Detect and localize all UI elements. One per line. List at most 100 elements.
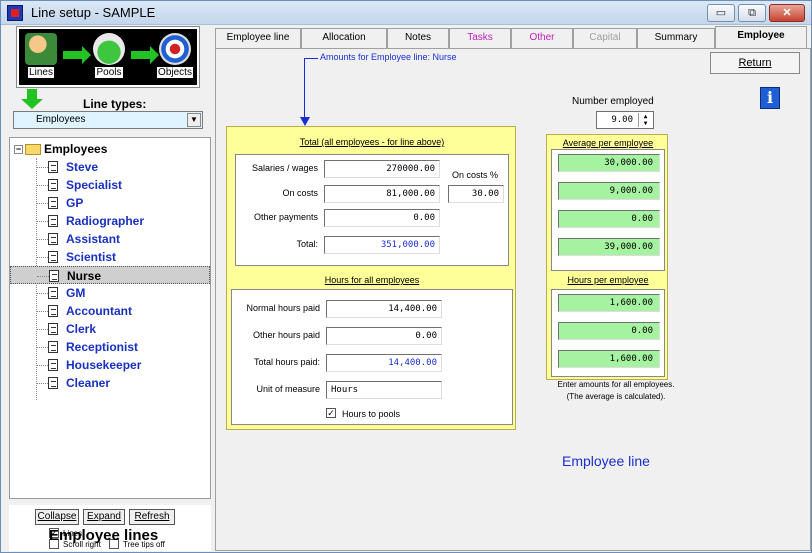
- tab-allocation[interactable]: Allocation: [301, 28, 387, 48]
- document-icon: [48, 197, 58, 209]
- tree-item-gm[interactable]: GM: [36, 284, 210, 302]
- chevron-down-icon[interactable]: ▼: [187, 113, 201, 127]
- on-costs-pct-field[interactable]: 30.00: [448, 185, 504, 203]
- line-types-select[interactable]: Employees ▼: [13, 111, 203, 129]
- lines-node[interactable]: Lines: [23, 33, 59, 83]
- expand-button[interactable]: Expand: [83, 509, 125, 525]
- left-panel: Lines Pools Objects Line types: Employee…: [7, 26, 212, 551]
- other-payments-field[interactable]: 0.00: [324, 209, 440, 227]
- tree-item-label: Housekeeper: [66, 358, 142, 372]
- note-line-2: (The average is calculated).: [566, 392, 666, 401]
- tree-item-assistant[interactable]: Assistant: [36, 230, 210, 248]
- other-hours-field[interactable]: 0.00: [326, 327, 442, 345]
- unit-of-measure-field[interactable]: Hours: [326, 381, 442, 399]
- tab-other[interactable]: Other: [511, 28, 573, 48]
- avg-total-field: 39,000.00: [558, 238, 660, 256]
- spin-up-icon[interactable]: ▲: [639, 113, 652, 120]
- refresh-button[interactable]: Refresh: [129, 509, 175, 525]
- per-employee-section: Average per employee 30,000.00 9,000.00 …: [546, 134, 668, 380]
- on-costs-field[interactable]: 81,000.00: [324, 185, 440, 203]
- collapse-button[interactable]: Collapse: [35, 509, 79, 525]
- unit-of-measure-label: Unit of measure: [256, 384, 320, 394]
- totals-section: Total (all employees - for line above) S…: [226, 126, 516, 430]
- normal-hours-field[interactable]: 14,400.00: [326, 300, 442, 318]
- tree-item-cleaner[interactable]: Cleaner: [36, 374, 210, 392]
- tree-item-label: Nurse: [67, 269, 102, 283]
- tree-item-clerk[interactable]: Clerk: [36, 320, 210, 338]
- tree-item-nurse[interactable]: Nurse: [10, 266, 210, 284]
- tab-bar: Employee line Allocation Notes Tasks Other Ca…: [215, 26, 811, 48]
- tab-employee[interactable]: Employee: [715, 26, 807, 48]
- employee-lines-label: Employee lines: [49, 527, 159, 544]
- line-setup-window: Line setup - SAMPLE ▭ ⧉ ✕ Lines Pools Ob…: [0, 0, 812, 553]
- hours-per-box: 1,600.00 0.00 1,600.00: [551, 289, 665, 377]
- objects-node-label: Objects: [157, 67, 193, 78]
- tree-item-label: GP: [66, 196, 84, 210]
- tree-root-label: Employees: [44, 142, 108, 156]
- tree-item-label: Specialist: [66, 178, 123, 192]
- maximize-button[interactable]: ⧉: [738, 4, 766, 22]
- total-section-title: Total (all employees - for line above): [299, 137, 445, 147]
- tree-item-label: Radiographer: [66, 214, 145, 228]
- amounts-label: Amounts for Employee line: Nurse: [320, 52, 457, 62]
- tree-item-scientist[interactable]: Scientist: [36, 248, 210, 266]
- tab-capital[interactable]: Capital: [573, 28, 637, 48]
- document-icon: [48, 359, 58, 371]
- tab-notes[interactable]: Notes: [387, 28, 449, 48]
- title-bar[interactable]: Line setup - SAMPLE ▭ ⧉ ✕: [1, 1, 811, 25]
- tab-summary[interactable]: Summary: [637, 28, 715, 48]
- tree-item-accountant[interactable]: Accountant: [36, 302, 210, 320]
- pools-node[interactable]: Pools: [91, 33, 127, 83]
- employee-line-label: Employee line: [562, 453, 650, 469]
- avg-other-field: 0.00: [558, 210, 660, 228]
- line-types-value: Employees: [36, 114, 86, 125]
- tree-item-radiographer[interactable]: Radiographer: [36, 212, 210, 230]
- tree-item-steve[interactable]: Steve: [36, 158, 210, 176]
- document-icon: [48, 161, 58, 173]
- arrow-down-icon: [300, 117, 310, 126]
- employee-tree[interactable]: − Employees Steve Specialist GP Radiographer…: [9, 137, 211, 499]
- average-box: 30,000.00 9,000.00 0.00 39,000.00: [551, 149, 665, 271]
- tree-root[interactable]: − Employees: [14, 142, 107, 158]
- hours-section-title: Hours for all employees: [324, 275, 420, 285]
- tree-item-gp[interactable]: GP: [36, 194, 210, 212]
- average-title: Average per employee: [562, 138, 654, 148]
- document-icon: [48, 287, 58, 299]
- tree-item-label: Scientist: [66, 250, 117, 264]
- hours-box: Normal hours paid 14,400.00 Other hours …: [231, 289, 513, 425]
- tree-item-label: Assistant: [66, 232, 121, 246]
- document-icon: [48, 341, 58, 353]
- collapse-icon[interactable]: −: [14, 145, 23, 155]
- document-icon: [48, 323, 58, 335]
- tree-item-receptionist[interactable]: Receptionist: [36, 338, 210, 356]
- spinner[interactable]: ▲ ▼: [638, 113, 652, 127]
- pool-icon: [93, 33, 125, 65]
- info-icon[interactable]: i: [760, 87, 780, 109]
- total-label: Total:: [296, 239, 318, 249]
- people-icon: [25, 33, 57, 65]
- salaries-field[interactable]: 270000.00: [324, 160, 440, 178]
- document-icon: [49, 270, 59, 282]
- tree-item-housekeeper[interactable]: Housekeeper: [36, 356, 210, 374]
- minimize-button[interactable]: ▭: [707, 4, 735, 22]
- objects-node[interactable]: Objects: [157, 33, 193, 83]
- pointer-line: [304, 58, 305, 120]
- on-costs-label: On costs: [282, 188, 318, 198]
- return-button[interactable]: Return: [710, 52, 800, 74]
- tree-item-label: Accountant: [66, 304, 132, 318]
- normal-hours-label: Normal hours paid: [246, 303, 320, 313]
- total-field: 351,000.00: [324, 236, 440, 254]
- app-icon: [7, 5, 23, 21]
- tree-item-label: Cleaner: [66, 376, 111, 390]
- tree-item-label: Receptionist: [66, 340, 139, 354]
- close-button[interactable]: ✕: [769, 4, 805, 22]
- hours-to-pools-checkbox[interactable]: ✓: [326, 408, 336, 418]
- avg-on-costs-field: 9,000.00: [558, 182, 660, 200]
- tab-employee-line[interactable]: Employee line: [215, 28, 301, 48]
- spin-down-icon[interactable]: ▼: [639, 120, 652, 127]
- tab-tasks[interactable]: Tasks: [449, 28, 511, 48]
- tree-item-specialist[interactable]: Specialist: [36, 176, 210, 194]
- number-employed-field[interactable]: 9.00 ▲ ▼: [596, 111, 654, 129]
- total-hours-label: Total hours paid:: [253, 357, 320, 367]
- other-payments-label: Other payments: [253, 212, 318, 222]
